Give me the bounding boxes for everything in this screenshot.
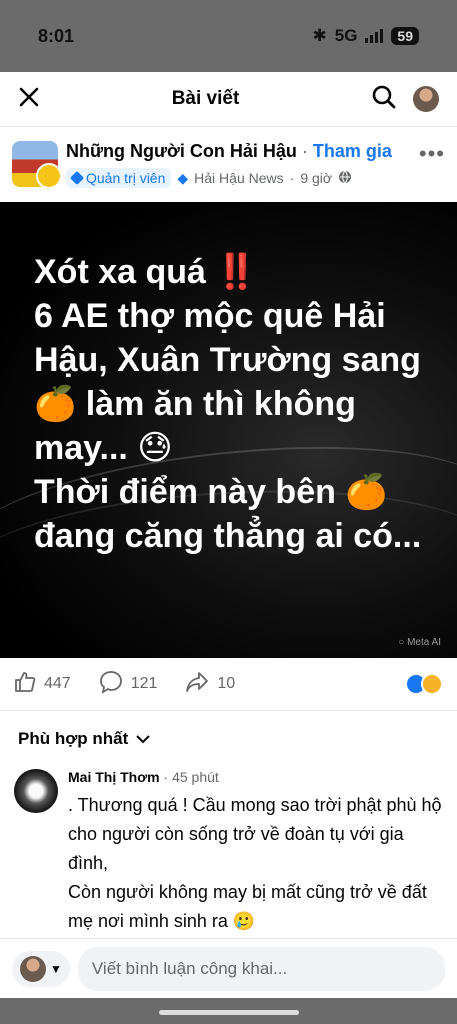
separator-dot: ·: [301, 141, 308, 161]
group-avatar[interactable]: [12, 141, 62, 189]
page-title: Bài viết: [171, 88, 240, 109]
sad-reaction-icon: [421, 673, 443, 695]
reaction-summary[interactable]: [405, 673, 443, 695]
post-header-info: Những Người Con Hải Hậu · Tham gia Quản …: [66, 141, 445, 188]
post-header: Những Người Con Hải Hậu · Tham gia Quản …: [0, 127, 457, 198]
share-count: 10: [217, 675, 236, 692]
post-header-title: Những Người Con Hải Hậu · Tham gia: [66, 141, 445, 162]
my-avatar: [20, 956, 46, 982]
top-bar: Bài viết: [0, 72, 457, 127]
group-badge-icon: [36, 163, 62, 189]
commenter-avatar[interactable]: [14, 769, 58, 813]
comment-input[interactable]: Viết bình luận công khai...: [77, 947, 445, 991]
comment-text: . Thương quá ! Cầu mong sao trời phật ph…: [68, 795, 442, 931]
network-label: 5G: [334, 26, 358, 45]
meta-ai-watermark: ○ Meta AI: [398, 637, 441, 648]
join-button[interactable]: Tham gia: [313, 141, 392, 161]
separator-dot: ·: [289, 170, 295, 186]
more-options-icon[interactable]: •••: [419, 141, 445, 167]
group-name[interactable]: Những Người Con Hải Hậu: [66, 141, 297, 161]
comment-button[interactable]: 121: [99, 670, 158, 699]
post-time: 9 giờ: [300, 170, 333, 186]
top-actions: [371, 84, 439, 115]
admin-badge[interactable]: Quản trị viên: [66, 168, 172, 188]
divider: [0, 710, 457, 711]
status-time: 8:01: [38, 26, 75, 46]
like-icon: [14, 671, 36, 698]
home-indicator-bar: [0, 998, 457, 1024]
post-actions: 447 121 10: [0, 658, 457, 710]
comment-count: 121: [130, 675, 158, 692]
sort-label: Phù hợp nhất: [18, 729, 129, 748]
close-icon[interactable]: [18, 86, 40, 113]
admin-icon: [69, 170, 85, 186]
post-image[interactable]: Xót xa quá ‼️ 6 AE thợ mộc quê Hải Hậu, …: [0, 202, 457, 658]
search-icon[interactable]: [371, 84, 397, 115]
identity-switcher[interactable]: ▼: [12, 951, 70, 987]
share-icon: [185, 670, 209, 699]
share-button[interactable]: 10: [185, 670, 235, 699]
comment-time: · 45 phút: [163, 769, 219, 785]
comment-header: Mai Thị Thơm · 45 phút: [68, 769, 443, 785]
role-label: Quản trị viên: [86, 170, 166, 186]
like-button[interactable]: 447: [14, 671, 71, 698]
page-badge-icon: ◆: [177, 169, 189, 186]
comment-sort-selector[interactable]: Phù hợp nhất: [0, 729, 457, 749]
post-meta: Quản trị viên ◆ Hải Hậu News · 9 giờ: [66, 168, 445, 188]
status-indicators: ✱ 5G 59: [312, 26, 419, 46]
globe-icon: [338, 170, 352, 187]
home-indicator[interactable]: [158, 1010, 299, 1015]
status-bar: 8:01 ✱ 5G 59: [0, 0, 457, 72]
post-image-text: Xót xa quá ‼️ 6 AE thợ mộc quê Hải Hậu, …: [34, 253, 422, 555]
commenter-name[interactable]: Mai Thị Thơm: [68, 769, 160, 785]
bluetooth-icon: ✱: [312, 26, 327, 45]
profile-avatar[interactable]: [413, 86, 439, 112]
comment-body: Mai Thị Thơm · 45 phút . Thương quá ! Cầ…: [68, 769, 443, 936]
caret-down-icon: ▼: [50, 962, 62, 976]
battery-indicator: 59: [391, 27, 419, 45]
comment-composer-bar: ▼ Viết bình luận công khai...: [0, 938, 457, 999]
comment-item: Mai Thị Thơm · 45 phút . Thương quá ! Cầ…: [0, 757, 457, 936]
comment-icon: [99, 670, 123, 699]
page-name[interactable]: Hải Hậu News: [194, 170, 283, 186]
signal-icon: [365, 29, 384, 43]
like-count: 447: [44, 675, 71, 692]
chevron-down-icon: [136, 729, 151, 749]
